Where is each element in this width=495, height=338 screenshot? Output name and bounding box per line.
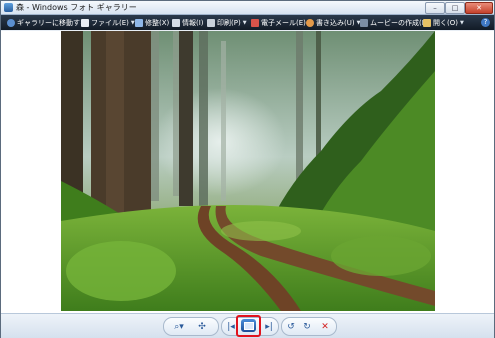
open-icon [423, 18, 431, 27]
photo-viewer [1, 31, 494, 313]
info-icon [172, 18, 180, 27]
help-button[interactable]: ? [481, 18, 490, 27]
go-to-gallery-button[interactable]: ギャラリーに移動する [7, 15, 87, 30]
close-button[interactable]: ✕ [465, 2, 493, 14]
app-icon [4, 3, 13, 12]
fix-button[interactable]: 修整(X) [135, 15, 169, 30]
burn-menu[interactable]: 書き込み(U) ▼ [306, 15, 360, 30]
file-menu-label: ファイル(E) [91, 18, 129, 27]
forest-photo-image [61, 31, 435, 311]
rotate-clockwise-icon[interactable]: ↻ [300, 320, 314, 333]
file-icon [81, 18, 89, 27]
burn-icon [306, 18, 314, 27]
minimize-button[interactable]: – [425, 2, 445, 14]
fix-label: 修整(X) [145, 18, 170, 27]
maximize-button[interactable]: □ [445, 2, 465, 14]
zoom-icon[interactable]: ⌕▾ [170, 320, 188, 333]
photo-gallery-window: 森 - Windows フォト ギャラリー – □ ✕ ギャラリーに移動する フ… [0, 0, 495, 338]
email-label: 電子メール(E) [261, 18, 306, 27]
email-button[interactable]: 電子メール(E) [251, 15, 306, 30]
info-label: 情報(I) [182, 18, 204, 27]
slideshow-highlight [236, 315, 261, 337]
print-menu[interactable]: 印刷(P) ▼ [207, 15, 247, 30]
fix-icon [135, 18, 143, 27]
command-bar: ギャラリーに移動する ファイル(E) ▼ 修整(X) 情報(I) 印刷(P) ▼ 電… [1, 15, 494, 30]
title-bar: 森 - Windows フォト ギャラリー – □ ✕ [1, 1, 494, 15]
delete-icon[interactable]: ✕ [318, 320, 332, 333]
file-menu[interactable]: ファイル(E) ▼ [81, 15, 135, 30]
print-icon [207, 18, 215, 27]
info-button[interactable]: 情報(I) [172, 15, 204, 30]
next-icon[interactable]: ▸| [262, 320, 276, 333]
zoom-group: ⌕▾ ✣ [163, 317, 219, 336]
make-movie-button[interactable]: ムービーの作成(K) [360, 15, 429, 30]
movie-icon [360, 18, 368, 27]
actual-size-icon[interactable]: ✣ [194, 320, 210, 333]
make-movie-label: ムービーの作成(K) [370, 18, 430, 27]
back-arrow-icon [7, 18, 15, 27]
open-menu-label: 開く(O) [433, 18, 458, 27]
rotate-counterclockwise-icon[interactable]: ↺ [284, 320, 298, 333]
window-title: 森 - Windows フォト ギャラリー [16, 3, 137, 12]
go-to-gallery-label: ギャラリーに移動する [17, 18, 87, 27]
forest-photo [61, 31, 435, 311]
edit-group: ↺ ↻ ✕ [281, 317, 337, 336]
email-icon [251, 18, 259, 27]
burn-menu-label: 書き込み(U) [316, 18, 355, 27]
open-menu[interactable]: 開く(O) ▼ [423, 15, 464, 30]
print-menu-label: 印刷(P) [217, 18, 241, 27]
control-bar: ⌕▾ ✣ |◂ ▸| ↺ ↻ ✕ [1, 313, 494, 338]
